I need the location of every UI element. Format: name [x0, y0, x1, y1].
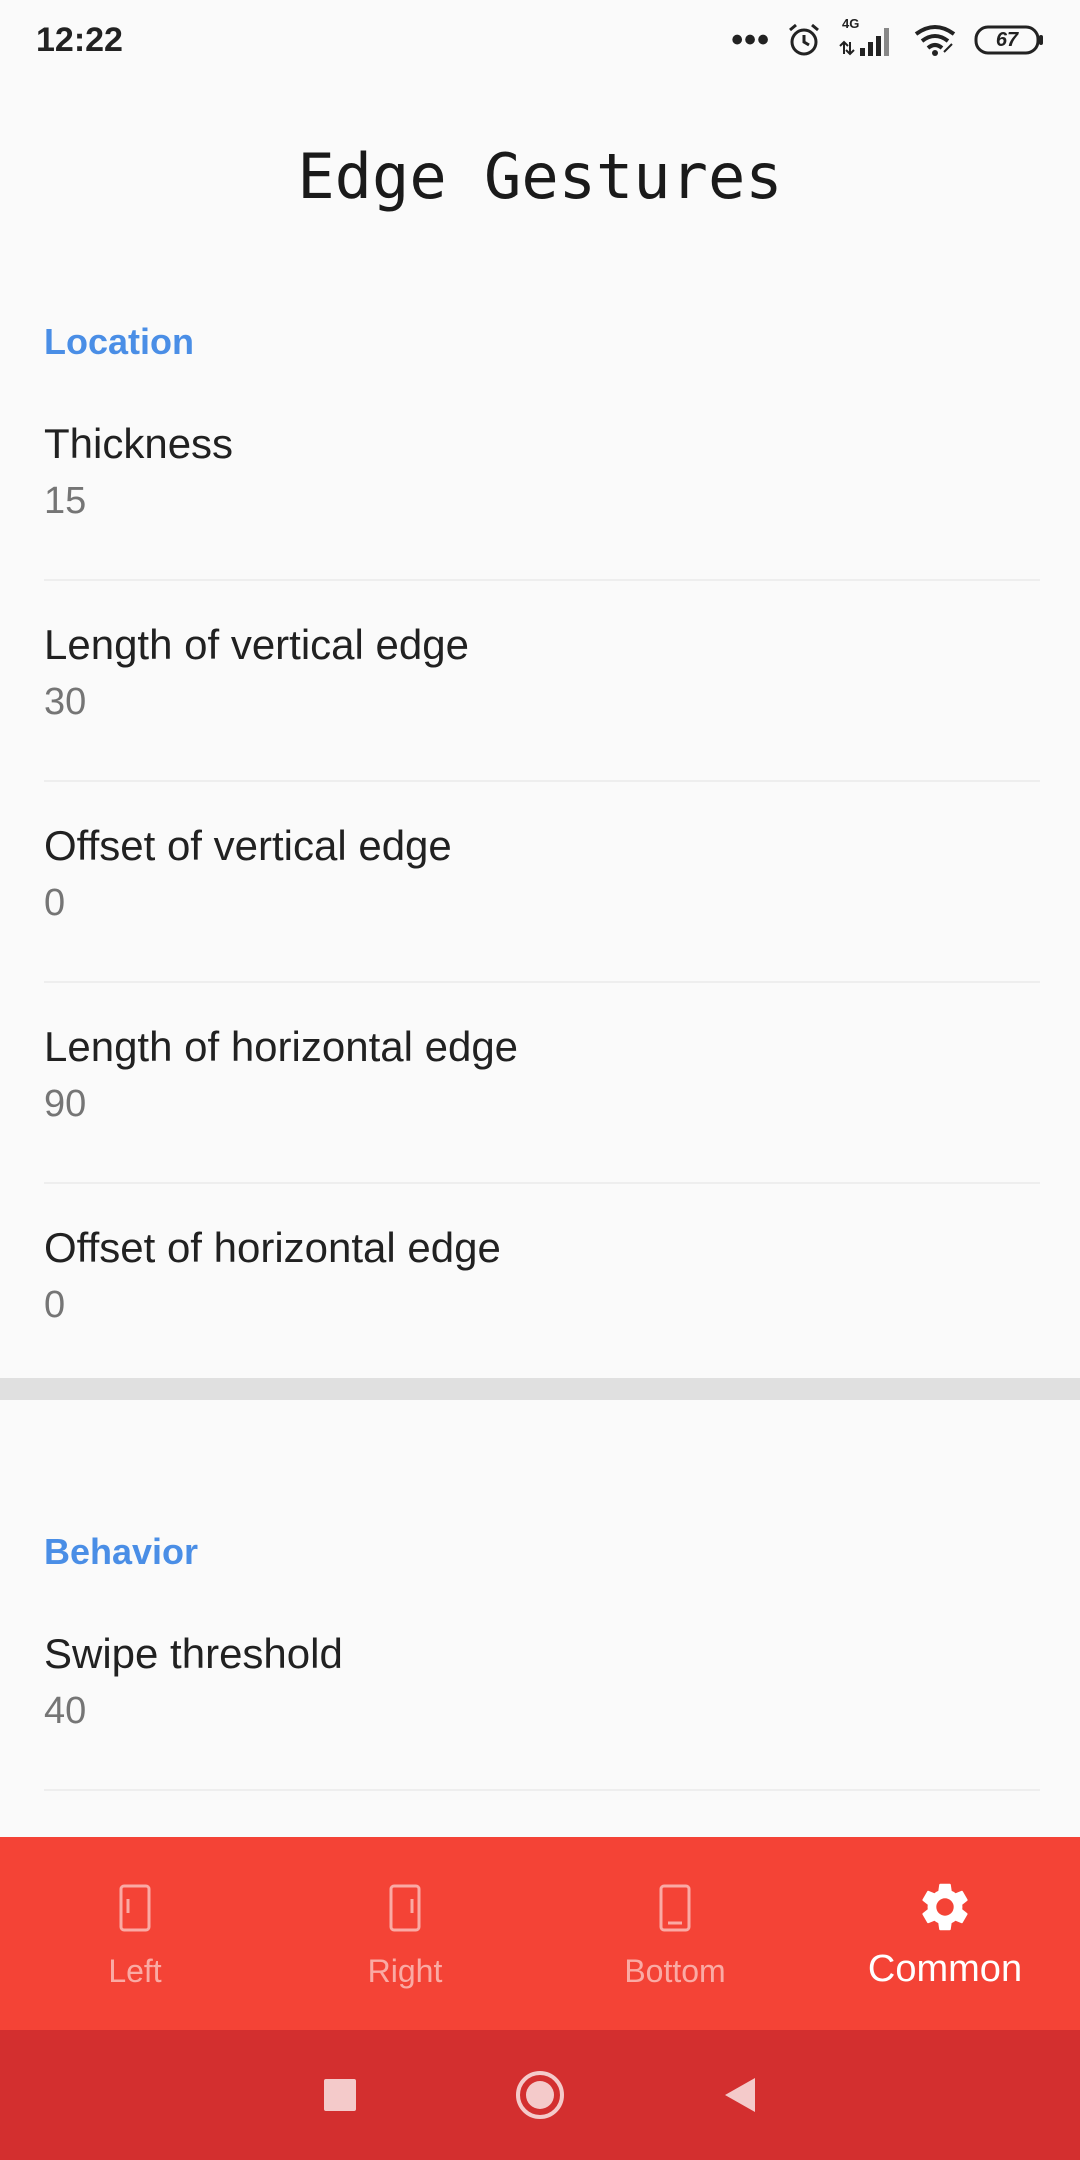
back-button[interactable]	[700, 2055, 780, 2135]
divider	[44, 1789, 1040, 1791]
system-navigation-bar	[0, 2030, 1080, 2160]
status-time: 12:22	[36, 20, 123, 59]
phone-left-edge-icon	[118, 1877, 152, 1939]
pref-offset-horizontal-edge[interactable]: Offset of horizontal edge 0	[0, 1184, 1080, 1378]
nav-label: Bottom	[624, 1953, 726, 1989]
pref-title: Thickness	[44, 420, 234, 467]
network-type-label: 4G	[842, 16, 860, 31]
status-bar: 12:22 ••• 4G 67	[0, 0, 1080, 80]
phone-right-edge-icon	[388, 1877, 422, 1939]
pref-title: Offset of horizontal edge	[44, 1224, 501, 1271]
nav-item-bottom[interactable]: Bottom	[540, 1837, 810, 2030]
pref-offset-vertical-edge[interactable]: Offset of vertical edge 0	[0, 782, 1080, 983]
battery-level: 67	[995, 28, 1019, 51]
pref-title: Offset of vertical edge	[44, 822, 452, 869]
pref-title: Length of vertical edge	[44, 621, 469, 668]
square-icon	[324, 2079, 356, 2111]
recents-button[interactable]	[300, 2055, 380, 2135]
home-button[interactable]	[500, 2055, 580, 2135]
status-icons: ••• 4G 67	[731, 10, 1044, 70]
pref-swipe-threshold[interactable]: Swipe threshold 40	[0, 1590, 1080, 1791]
pref-title: Swipe threshold	[44, 1630, 343, 1677]
gear-icon	[916, 1876, 974, 1938]
circle-icon	[516, 2071, 564, 2119]
nav-label: Right	[367, 1953, 443, 1989]
bottom-navigation: Left Right Bottom Common	[0, 1837, 1080, 2030]
triangle-back-icon	[725, 2078, 755, 2112]
alarm-icon	[786, 22, 822, 58]
pref-length-horizontal-edge[interactable]: Length of horizontal edge 90	[0, 983, 1080, 1184]
section-header-behavior: Behavior	[44, 1531, 199, 1572]
pref-title: Length of horizontal edge	[44, 1023, 519, 1070]
pref-value: 90	[44, 1083, 87, 1125]
battery-icon: 67	[974, 24, 1044, 56]
pref-length-vertical-edge[interactable]: Length of vertical edge 30	[0, 581, 1080, 782]
section-header-location: Location	[44, 321, 194, 362]
pref-value: 0	[44, 1284, 66, 1326]
pref-value: 15	[44, 480, 87, 522]
phone-bottom-edge-icon	[658, 1877, 692, 1939]
settings-list: Location Thickness 15 Length of vertical…	[0, 320, 1080, 1791]
cellular-signal-icon: 4G	[838, 16, 896, 58]
pref-thickness[interactable]: Thickness 15	[0, 380, 1080, 581]
wifi-icon	[912, 22, 958, 58]
nav-item-left[interactable]: Left	[0, 1837, 270, 2030]
pref-value: 30	[44, 681, 87, 723]
notification-dots-icon: •••	[731, 20, 770, 59]
pref-value: 0	[44, 882, 66, 924]
page-title: Edge Gestures	[297, 140, 783, 213]
nav-label: Common	[867, 1948, 1023, 1990]
section-divider	[0, 1378, 1080, 1400]
nav-item-right[interactable]: Right	[270, 1837, 540, 2030]
pref-value: 40	[44, 1690, 87, 1732]
nav-item-common[interactable]: Common	[810, 1837, 1080, 2030]
nav-label: Left	[108, 1953, 162, 1989]
